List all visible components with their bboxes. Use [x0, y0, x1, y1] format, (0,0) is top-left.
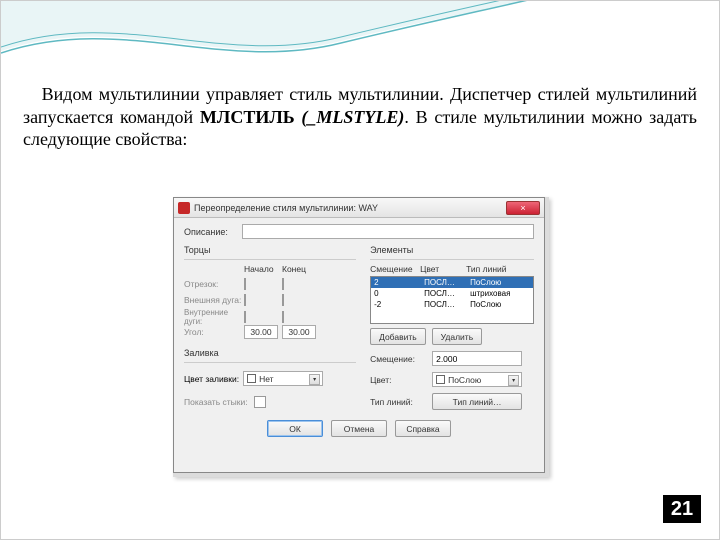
elements-listbox[interactable]: 2 ПОСЛ… ПоСлою 0 ПОСЛ… штриховая -2 ПОСЛ… — [370, 276, 534, 324]
joints-label: Показать стыки: — [184, 397, 248, 407]
angle-start-input[interactable] — [244, 325, 278, 339]
joints-checkbox[interactable] — [254, 396, 266, 408]
ltype-label: Тип линий: — [370, 397, 426, 407]
ok-button[interactable]: ОК — [267, 420, 323, 437]
fill-label: Цвет заливки: — [184, 374, 239, 384]
header-decor — [1, 1, 720, 71]
caps-row-outer: Внешняя дуга: — [184, 295, 244, 305]
line-start-checkbox[interactable] — [244, 278, 246, 290]
caps-row-inner: Внутренние дуги: — [184, 308, 244, 326]
delete-button[interactable]: Удалить — [432, 328, 482, 345]
angle-end-input[interactable] — [282, 325, 316, 339]
close-button[interactable]: × — [506, 201, 540, 215]
offset-label: Смещение: — [370, 354, 426, 364]
outer-end-checkbox[interactable] — [282, 294, 284, 306]
page-number: 21 — [663, 495, 701, 523]
mlstyle-dialog: Переопределение стиля мультилинии: WAY ×… — [173, 197, 545, 473]
caps-row-line: Отрезок: — [184, 279, 244, 289]
outer-start-checkbox[interactable] — [244, 294, 246, 306]
elements-head-color: Цвет — [420, 264, 466, 274]
help-button[interactable]: Справка — [395, 420, 451, 437]
command-ru: МЛСТИЛЬ — [200, 107, 295, 127]
offset-input[interactable] — [432, 351, 522, 366]
caps-row-angle: Угол: — [184, 327, 244, 337]
list-item[interactable]: 0 ПОСЛ… штриховая — [371, 288, 533, 299]
cancel-button[interactable]: Отмена — [331, 420, 387, 437]
line-end-checkbox[interactable] — [282, 278, 284, 290]
elements-head-ltype: Тип линий — [466, 264, 522, 274]
app-icon — [178, 202, 190, 214]
linetype-button[interactable]: Тип линий… — [432, 393, 522, 410]
fill-title: Заливка — [184, 348, 356, 358]
chevron-down-icon: ▾ — [309, 374, 320, 385]
description-label: Описание: — [184, 227, 236, 237]
fill-color-combo[interactable]: Нет ▾ — [243, 371, 323, 386]
fill-color-value: Нет — [259, 374, 273, 384]
color-combo[interactable]: ПоСлою ▾ — [432, 372, 522, 387]
list-item[interactable]: -2 ПОСЛ… ПоСлою — [371, 299, 533, 310]
titlebar[interactable]: Переопределение стиля мультилинии: WAY × — [174, 198, 544, 218]
add-button[interactable]: Добавить — [370, 328, 426, 345]
elements-head-offset: Смещение — [370, 264, 420, 274]
intro-paragraph: Видом мультилинии управляет стиль мульти… — [23, 83, 697, 151]
description-input[interactable] — [242, 224, 534, 239]
list-item[interactable]: 2 ПОСЛ… ПоСлою — [371, 277, 533, 288]
color-label: Цвет: — [370, 375, 426, 385]
color-value: ПоСлою — [448, 375, 481, 385]
inner-end-checkbox[interactable] — [282, 311, 284, 323]
elements-title: Элементы — [370, 245, 534, 255]
caps-head-start: Начало — [244, 264, 282, 274]
chevron-down-icon: ▾ — [508, 375, 519, 386]
caps-title: Торцы — [184, 245, 356, 255]
dialog-title: Переопределение стиля мультилинии: WAY — [194, 203, 506, 213]
swatch-icon — [247, 374, 256, 383]
swatch-icon — [436, 375, 445, 384]
inner-start-checkbox[interactable] — [244, 311, 246, 323]
command-en: (_MLSTYLE) — [301, 107, 404, 127]
caps-head-end: Конец — [282, 264, 320, 274]
